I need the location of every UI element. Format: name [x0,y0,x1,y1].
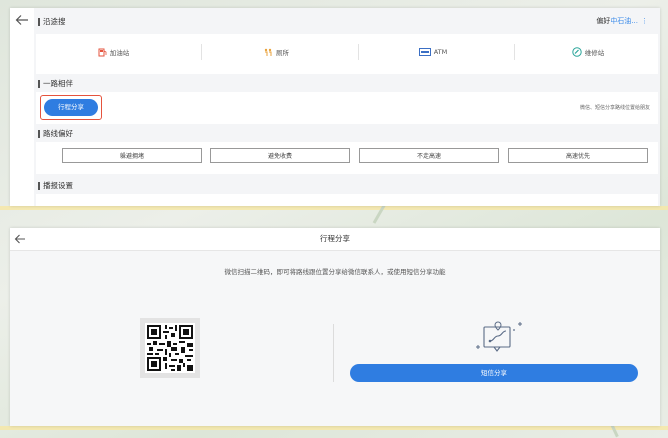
trip-share-header: 行程分享 [10,228,660,251]
more-icon: ⋮ [641,17,648,25]
qr-code [140,318,200,378]
left-rail [10,8,35,206]
section-title: 路线偏好 [43,129,73,138]
share-description: 微信扫描二维码，即可将路线跟位置分享给微信联系人，或使用短信分享功能 [224,268,446,276]
map-road [0,426,668,430]
companion-heading: 一路相伴 [38,78,73,90]
page-title: 行程分享 [320,234,350,243]
qr-code-icon [145,323,195,373]
preference-value: 中石油... [610,17,638,25]
section-title: 沿途搜 [43,17,66,26]
route-option-highway-first[interactable]: 高速优先 [508,148,648,163]
gas-station-icon [98,48,107,56]
route-preference-heading: 路线偏好 [38,128,73,140]
atm-icon [418,48,431,56]
map-road [0,206,668,210]
section-bar [38,80,40,88]
section-title: 播报设置 [43,181,73,190]
section-bar [38,130,40,138]
poi-label: 维修站 [584,49,605,57]
poi-card: 加油站 厕所 ATM 维修站 [36,34,658,74]
back-arrow-icon[interactable] [15,14,29,26]
poi-label: 厕所 [276,49,289,57]
section-bar [38,18,40,26]
poi-label: ATM [433,48,448,56]
toilet-icon [264,48,272,56]
poi-atm[interactable]: ATM [358,34,508,70]
settings-content: 沿途搜 偏好中石油... ⋮ 加油站 厕所 ATM 维修站 一路相伴 行程分享 … [34,8,660,206]
route-option-avoid-tolls[interactable]: 避免收费 [210,148,350,163]
poi-toilet[interactable]: 厕所 [201,34,351,70]
along-route-search-heading: 沿途搜 [38,16,66,28]
trip-share-hint: 微信、短信分享路线位置给朋友 [579,105,650,111]
route-option-no-highway[interactable]: 不走高速 [359,148,499,163]
preference-label: 偏好 [596,17,611,25]
navigation-settings-panel: 沿途搜 偏好中石油... ⋮ 加油站 厕所 ATM 维修站 一路相伴 行程分享 … [10,8,660,206]
highlight-box [40,95,102,120]
section-title: 一路相伴 [43,79,73,88]
vertical-divider [333,324,334,382]
companion-card: 行程分享 微信、短信分享路线位置给朋友 [36,92,658,124]
route-option-avoid-congestion[interactable]: 躲避拥堵 [62,148,202,163]
broadcast-settings-heading: 播报设置 [38,180,73,192]
trip-share-panel: 行程分享 微信扫描二维码，即可将路线跟位置分享给微信联系人，或使用短信分享功能 … [10,228,660,426]
route-preference-card: 躲避拥堵 避免收费 不走高速 高速优先 [36,142,658,174]
preference-selector[interactable]: 偏好中石油... ⋮ [596,16,648,26]
repair-station-icon [572,47,582,57]
poi-label: 加油站 [109,49,130,57]
poi-gas-station[interactable]: 加油站 [36,34,191,70]
broadcast-card [36,194,658,206]
section-bar [38,182,40,190]
poi-repair-station[interactable]: 维修站 [514,34,660,70]
sms-share-button[interactable]: 短信分享 [350,364,638,382]
share-location-illustration-icon [476,321,522,352]
